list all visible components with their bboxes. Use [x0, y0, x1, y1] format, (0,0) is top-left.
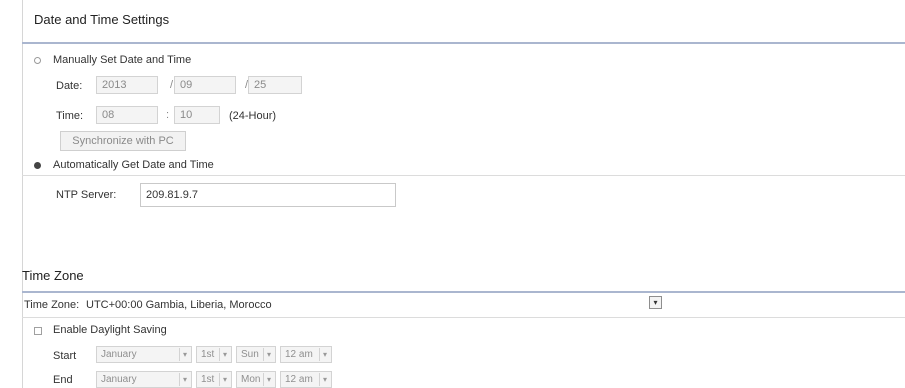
- year-input[interactable]: 2013: [96, 76, 158, 94]
- dst-start-month-select[interactable]: January ▾: [96, 346, 192, 363]
- date-separator: /: [170, 79, 174, 91]
- time-zone-label: Time Zone:: [24, 299, 80, 311]
- month-input[interactable]: 09: [174, 76, 236, 94]
- chevron-down-icon: ▾: [179, 373, 190, 386]
- daylight-saving-checkbox[interactable]: [34, 327, 42, 335]
- dst-start-hour-value: 12 am: [285, 349, 313, 360]
- hour-input[interactable]: 08: [96, 106, 158, 124]
- chevron-down-icon: ▾: [319, 373, 330, 386]
- dst-end-week-value: 1st: [201, 374, 215, 385]
- sync-with-pc-button[interactable]: Synchronize with PC: [60, 131, 186, 151]
- minute-input[interactable]: 10: [174, 106, 220, 124]
- time-label: Time:: [56, 110, 84, 122]
- dst-end-day-value: Mon: [241, 374, 261, 385]
- dst-start-month-value: January: [101, 349, 137, 360]
- date-time-title: Date and Time Settings: [34, 12, 170, 27]
- dst-end-hour-value: 12 am: [285, 374, 313, 385]
- dst-start-day-value: Sun: [241, 349, 259, 360]
- manual-date-label: Manually Set Date and Time: [53, 54, 192, 66]
- dst-end-hour-select[interactable]: 12 am ▾: [280, 371, 332, 388]
- dst-start-week-select[interactable]: 1st ▾: [196, 346, 232, 363]
- time-separator: :: [166, 109, 170, 121]
- auto-date-label: Automatically Get Date and Time: [53, 159, 214, 171]
- dst-end-label: End: [53, 374, 73, 386]
- date-label: Date:: [56, 80, 83, 92]
- chevron-down-icon: ▾: [179, 348, 190, 361]
- auto-date-radio[interactable]: [34, 162, 41, 169]
- panel-left-border: [22, 0, 23, 388]
- dst-start-day-select[interactable]: Sun ▾: [236, 346, 276, 363]
- manual-date-radio[interactable]: [34, 57, 41, 64]
- dst-end-week-select[interactable]: 1st ▾: [196, 371, 232, 388]
- chevron-down-icon: ▾: [219, 373, 230, 386]
- ntp-label: NTP Server:: [56, 189, 117, 201]
- dst-end-month-select[interactable]: January ▾: [96, 371, 192, 388]
- dst-start-hour-select[interactable]: 12 am ▾: [280, 346, 332, 363]
- chevron-down-icon: ▾: [263, 348, 274, 361]
- dst-start-label: Start: [53, 350, 77, 362]
- chevron-down-icon: ▾: [219, 348, 230, 361]
- section-divider: [22, 42, 905, 44]
- ntp-server-input[interactable]: 209.81.9.7: [140, 183, 396, 207]
- time-zone-select[interactable]: UTC+00:00 Gambia, Liberia, Morocco: [86, 298, 272, 312]
- time-zone-title: Time Zone: [22, 268, 84, 283]
- daylight-saving-label: Enable Daylight Saving: [53, 324, 167, 336]
- dst-end-month-value: January: [101, 374, 137, 385]
- section-divider: [22, 291, 905, 293]
- dst-end-day-select[interactable]: Mon ▾: [236, 371, 276, 388]
- dst-start-week-value: 1st: [201, 349, 215, 360]
- chevron-down-icon[interactable]: ▾: [649, 296, 662, 309]
- row-divider: [22, 317, 905, 318]
- chevron-down-icon: ▾: [263, 373, 274, 386]
- chevron-down-icon: ▾: [319, 348, 330, 361]
- row-divider: [22, 175, 905, 176]
- day-input[interactable]: 25: [248, 76, 302, 94]
- time-format-label: (24-Hour): [229, 110, 277, 122]
